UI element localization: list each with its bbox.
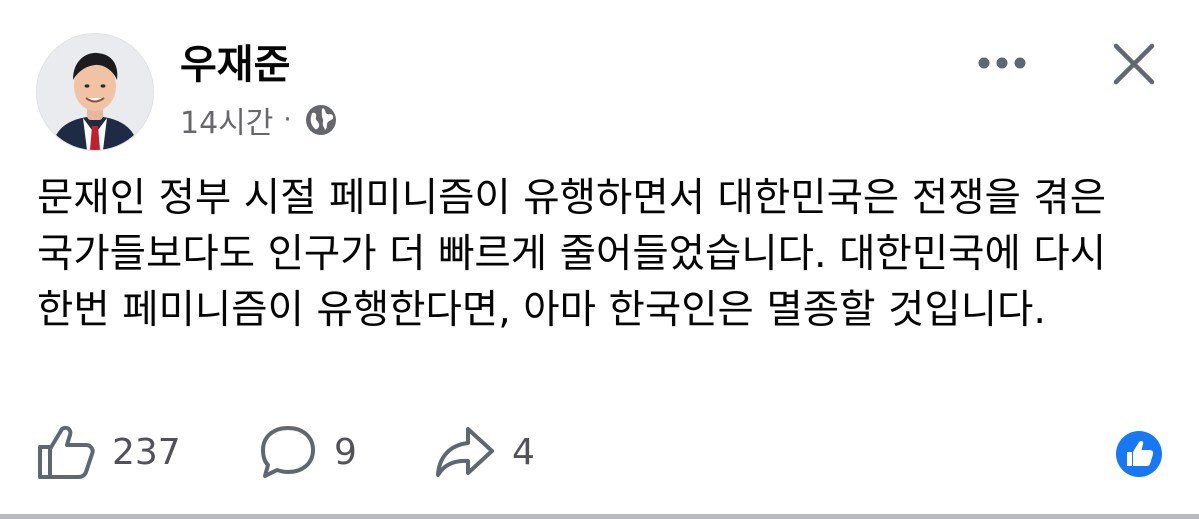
like-count: 237 [112, 431, 181, 473]
like-reaction-badge[interactable] [1114, 429, 1164, 479]
author-avatar[interactable] [36, 33, 154, 151]
more-options-icon [978, 57, 1026, 69]
post-actions: 237 9 4 [0, 420, 1199, 484]
facebook-post: 우재준 14시간 · 문재인 정부 시절 페미니즘이 유행하면서 대한민국은 전… [0, 0, 1199, 519]
comment-button[interactable]: 9 [258, 420, 357, 484]
share-count: 4 [512, 431, 535, 473]
meta-separator: · [283, 105, 292, 135]
post-body-text: 문재인 정부 시절 페미니즘이 유행하면서 대한민국은 전쟁을 겪은 국가들보다… [37, 175, 1107, 333]
post-divider [0, 514, 1199, 519]
share-arrow-icon [436, 427, 494, 477]
share-button[interactable]: 4 [434, 420, 535, 484]
author-name[interactable]: 우재준 [180, 41, 290, 89]
close-icon [1113, 43, 1155, 85]
like-button[interactable]: 237 [36, 420, 181, 484]
like-reaction-icon [1116, 431, 1162, 477]
post-timestamp[interactable]: 14시간 [180, 98, 273, 142]
close-button[interactable] [1106, 36, 1162, 92]
globe-icon[interactable] [304, 103, 338, 137]
thumbs-up-icon [38, 425, 95, 479]
post-meta: 14시간 · [180, 98, 338, 142]
avatar-photo [37, 34, 153, 150]
comment-count: 9 [334, 431, 357, 473]
comment-bubble-icon [261, 426, 315, 478]
more-options-button[interactable] [974, 45, 1030, 81]
